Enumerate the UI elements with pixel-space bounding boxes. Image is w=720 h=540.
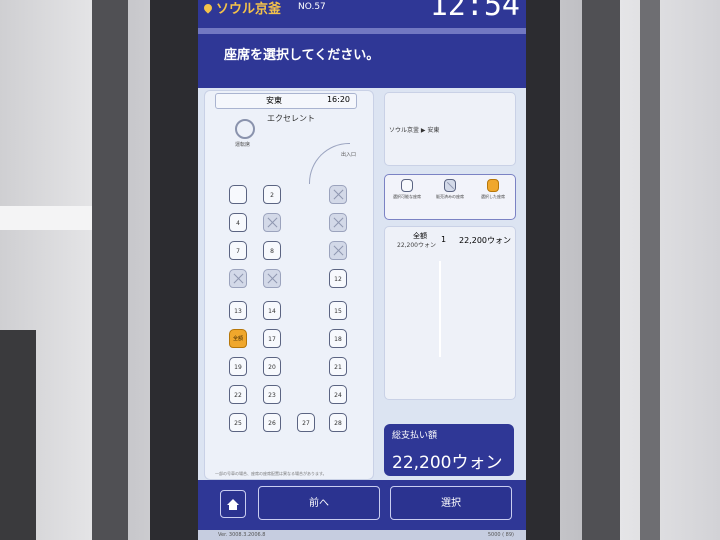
- seat-6: [329, 213, 347, 232]
- total-value: 22,200ウォン: [392, 453, 503, 473]
- home-icon: [227, 499, 239, 511]
- seat-22[interactable]: 22: [229, 385, 247, 404]
- seat-8[interactable]: 8: [263, 241, 281, 260]
- version-text: Ver. 3008.3.2006.8: [218, 532, 266, 538]
- seat-18[interactable]: 18: [329, 329, 347, 348]
- home-button[interactable]: [220, 490, 246, 518]
- fare-divider: [439, 261, 441, 357]
- clock: 12:54: [429, 0, 520, 23]
- car-destination: 安東: [266, 96, 282, 105]
- car-class: エクセレント: [267, 114, 315, 123]
- seat-5: [263, 213, 281, 232]
- seat-13[interactable]: 13: [229, 301, 247, 320]
- legend-selected-label: 選択した座席: [481, 194, 505, 199]
- seat-15[interactable]: 15: [329, 301, 347, 320]
- legend-available-label: 選択可能な座席: [393, 194, 421, 199]
- seat-7[interactable]: 7: [229, 241, 247, 260]
- seat-4[interactable]: 4: [229, 213, 247, 232]
- seat-11: [263, 269, 281, 288]
- seat-3: [329, 185, 347, 204]
- kiosk-shelf: [0, 206, 100, 230]
- legend-taken-label: 販売済みの座席: [436, 194, 464, 199]
- train-number: NO.57: [298, 2, 326, 12]
- fare-panel: 全額 22,200ウォン 1 22,200ウォン: [384, 226, 516, 400]
- seat-16[interactable]: 全額: [229, 329, 247, 348]
- fare-amount: 22,200ウォン: [459, 236, 511, 245]
- steering-wheel-icon: [235, 119, 255, 139]
- car-header: 安東 16:20: [215, 93, 357, 109]
- door-label: 出入口: [341, 152, 357, 158]
- top-bar: ソウル京釜 NO.57 12:54: [198, 0, 526, 23]
- seat-9: [329, 241, 347, 260]
- taken-seat-icon: [444, 179, 456, 192]
- seat-24[interactable]: 24: [329, 385, 347, 404]
- legend-taken: 販売済みの座席: [430, 179, 470, 200]
- fare-count: 1: [441, 235, 447, 244]
- fare-unit-price: 22,200ウォン: [397, 242, 436, 249]
- kiosk-shadow: [0, 330, 36, 540]
- seat-23[interactable]: 23: [263, 385, 281, 404]
- select-button[interactable]: 選択: [390, 486, 512, 520]
- seat-25[interactable]: 25: [229, 413, 247, 432]
- seat-19[interactable]: 19: [229, 357, 247, 376]
- back-button[interactable]: 前へ: [258, 486, 380, 520]
- seat-footnote: 一部の号車の場合、座席の座席配置は異なる場合があります。: [215, 471, 327, 476]
- selected-seat-icon: [487, 179, 499, 192]
- seat-1[interactable]: [229, 185, 247, 204]
- driver-seat-label: 運転席: [235, 142, 251, 148]
- total-label: 総支払い額: [392, 431, 438, 441]
- seat-2[interactable]: 2: [263, 185, 281, 204]
- route-summary-text: ソウル京釜 ▶ 安東: [389, 127, 440, 134]
- legend-available: 選択可能な座席: [387, 179, 427, 200]
- route-title: ソウル京釜: [202, 0, 282, 17]
- seat-legend: 選択可能な座席 販売済みの座席 選択した座席: [384, 174, 516, 220]
- seat-26[interactable]: 26: [263, 413, 281, 432]
- seat-17[interactable]: 17: [263, 329, 281, 348]
- car-time: 16:20: [326, 95, 350, 104]
- seat-map-panel: 安東 16:20 エクセレント 運転席 出入口 2 4 7 8 12 13 14 15 全額 17…: [204, 90, 374, 480]
- route-name: ソウル京釜: [216, 2, 282, 17]
- seat-27[interactable]: 27: [297, 413, 315, 432]
- seat-14[interactable]: 14: [263, 301, 281, 320]
- kiosk-frame-stripe: [640, 0, 660, 540]
- seat-10: [229, 269, 247, 288]
- route-summary-panel: ソウル京釜 ▶ 安東: [384, 92, 516, 166]
- seat-12[interactable]: 12: [329, 269, 347, 288]
- seat-20[interactable]: 20: [263, 357, 281, 376]
- instruction-text: 座席を選択してください。: [224, 48, 380, 63]
- location-pin-icon: [202, 2, 214, 14]
- seat-28[interactable]: 28: [329, 413, 347, 432]
- bottom-nav: 前へ 選択: [198, 480, 526, 530]
- available-seat-icon: [401, 179, 413, 192]
- kiosk-wall-left: [0, 0, 100, 540]
- door-arc-icon: [309, 143, 350, 184]
- kiosk-screen: ソウル京釜 NO.57 12:54 座席を選択してください。 安東 16:20 …: [198, 0, 526, 540]
- seat-21[interactable]: 21: [329, 357, 347, 376]
- header-wave-decoration: [198, 28, 526, 34]
- legend-selected: 選択した座席: [473, 179, 513, 200]
- total-panel: 総支払い額 22,200ウォン: [384, 424, 514, 476]
- page-id-text: 5000 ( 89): [487, 532, 514, 538]
